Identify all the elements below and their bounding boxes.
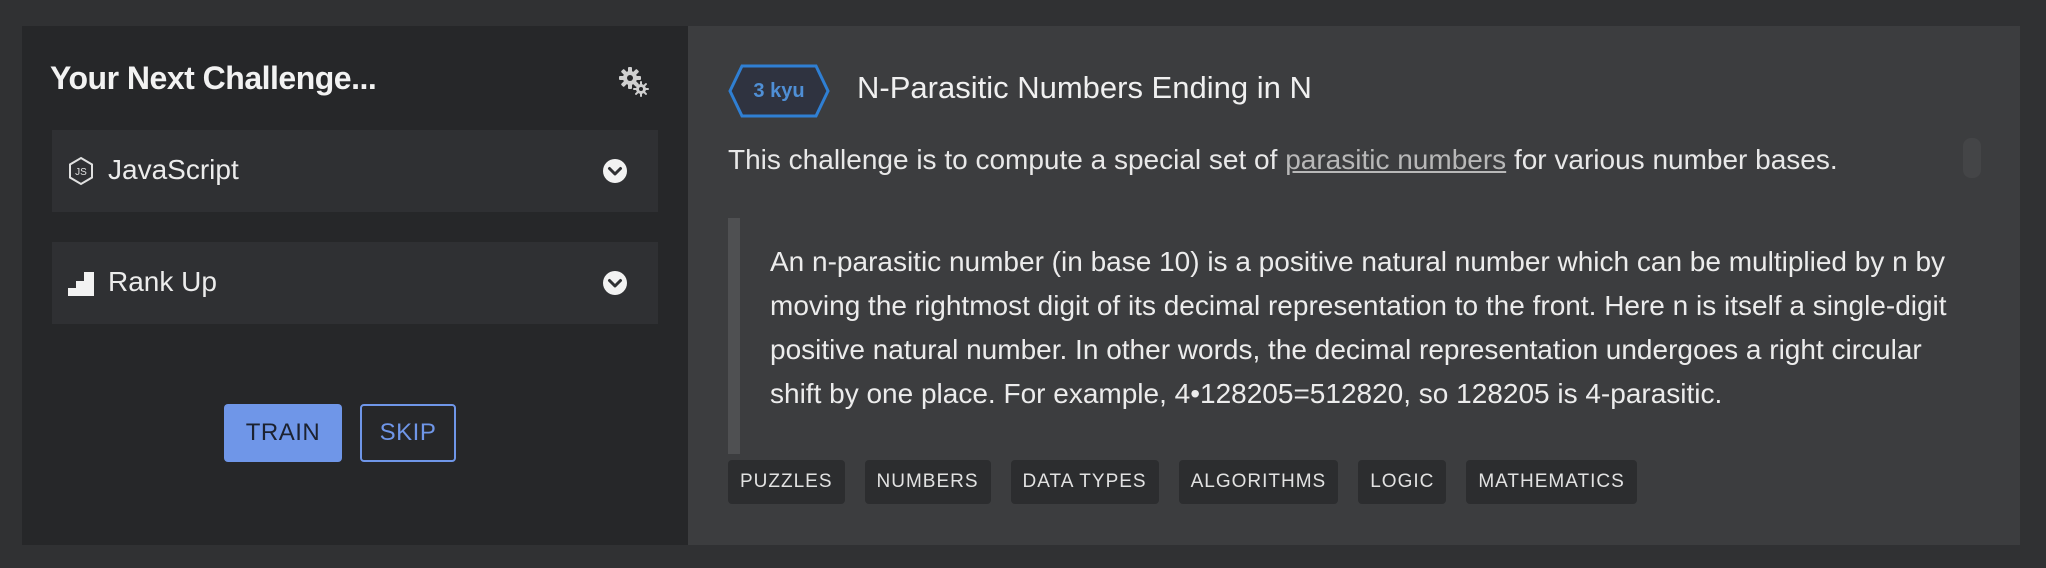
svg-text:JS: JS	[75, 167, 87, 178]
rank-label: 3 kyu	[753, 80, 805, 102]
tag-mathematics[interactable]: MATHEMATICS	[1466, 460, 1637, 504]
description-scrollbar[interactable]	[1963, 138, 1981, 178]
kata-title[interactable]: N-Parasitic Numbers Ending in N	[857, 70, 1312, 106]
description-fade	[740, 418, 1980, 458]
tag-data-types[interactable]: DATA TYPES	[1010, 460, 1159, 504]
javascript-icon: JS	[69, 156, 93, 186]
train-button[interactable]: TRAIN	[224, 404, 342, 462]
chevron-down-icon	[603, 271, 627, 295]
parasitic-numbers-link[interactable]: parasitic numbers	[1285, 144, 1506, 175]
rank-up-icon	[68, 272, 94, 296]
gear-icon[interactable]	[617, 64, 651, 98]
training-mode-value: Rank Up	[108, 266, 217, 297]
tag-algorithms[interactable]: ALGORITHMS	[1178, 460, 1339, 504]
intro-text-end: for various number bases.	[1506, 144, 1838, 175]
blockquote-bar	[728, 218, 740, 454]
skip-button[interactable]: SKIP	[360, 404, 456, 462]
tag-numbers[interactable]: NUMBERS	[864, 460, 991, 504]
language-select[interactable]: JS JavaScript	[52, 130, 658, 212]
chevron-down-icon	[603, 159, 627, 183]
kata-intro: This challenge is to compute a special s…	[728, 144, 1838, 176]
intro-text: This challenge is to compute a special s…	[728, 144, 1286, 175]
kata-preview-panel: 3 kyu N-Parasitic Numbers Ending in N Th…	[688, 26, 2020, 545]
language-select-value: JavaScript	[108, 154, 239, 185]
tag-puzzles[interactable]: PUZZLES	[728, 460, 845, 504]
tag-logic[interactable]: LOGIC	[1358, 460, 1447, 504]
panel-title: Your Next Challenge...	[50, 60, 377, 96]
next-challenge-panel: Your Next Challenge... JS JavaScript Ran…	[22, 26, 688, 545]
tag-list: PUZZLES NUMBERS DATA TYPES ALGORITHMS LO…	[728, 460, 1637, 504]
training-mode-select[interactable]: Rank Up	[52, 242, 658, 324]
